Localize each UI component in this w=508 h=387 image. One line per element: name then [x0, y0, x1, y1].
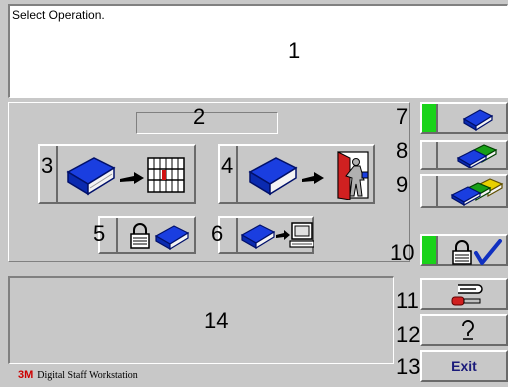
blue-book-icon	[462, 109, 494, 131]
callout-11: 11	[396, 288, 419, 313]
help-button[interactable]	[420, 314, 508, 346]
callout-14: 14	[204, 308, 229, 333]
book-to-computer-button[interactable]	[218, 216, 314, 254]
button-indicator	[422, 176, 438, 206]
callout-5: 5	[93, 221, 106, 246]
three-books-mode-button[interactable]	[420, 174, 508, 208]
tools-icon	[451, 284, 483, 306]
checkin-button[interactable]	[38, 144, 196, 204]
button-indicator	[422, 142, 438, 168]
callout-8: 8	[396, 138, 409, 163]
callout-1: 1	[288, 38, 301, 63]
exit-button[interactable]: Exit	[420, 350, 508, 382]
status-box	[136, 112, 278, 134]
three-books-icon	[450, 178, 504, 206]
footer: 3M Digital Staff Workstation	[18, 369, 138, 381]
two-books-mode-button[interactable]	[420, 140, 508, 170]
question-mark-icon	[462, 320, 474, 340]
callout-2: 2	[193, 104, 206, 129]
active-indicator	[422, 236, 438, 264]
book-to-patron-door-icon	[248, 151, 369, 200]
callout-10: 10	[390, 240, 415, 265]
footer-text: Digital Staff Workstation	[37, 370, 138, 381]
message-panel: Select Operation. 1	[8, 4, 508, 98]
book-to-shelf-icon	[66, 157, 185, 196]
callout-3: 3	[41, 153, 54, 178]
callout-4: 4	[221, 153, 234, 178]
two-books-icon	[456, 144, 498, 168]
lock-check-mode-button[interactable]	[420, 234, 508, 266]
tools-button[interactable]	[420, 278, 508, 310]
callout-9: 9	[396, 172, 409, 197]
callout-13: 13	[396, 354, 421, 379]
checkout-button[interactable]	[218, 144, 375, 204]
book-to-computer-icon	[240, 222, 314, 250]
info-panel: 14	[8, 276, 394, 364]
single-book-mode-button[interactable]	[420, 102, 508, 134]
lock-book-icon	[130, 223, 190, 250]
active-indicator	[422, 104, 438, 132]
callout-12: 12	[396, 322, 421, 347]
secure-button[interactable]	[98, 216, 196, 254]
callout-7: 7	[396, 104, 409, 129]
callout-6: 6	[211, 221, 224, 246]
exit-label: Exit	[451, 358, 477, 374]
lock-checkmark-icon	[452, 239, 502, 265]
message-text: Select Operation.	[12, 8, 105, 22]
3m-logo: 3M	[18, 369, 34, 381]
